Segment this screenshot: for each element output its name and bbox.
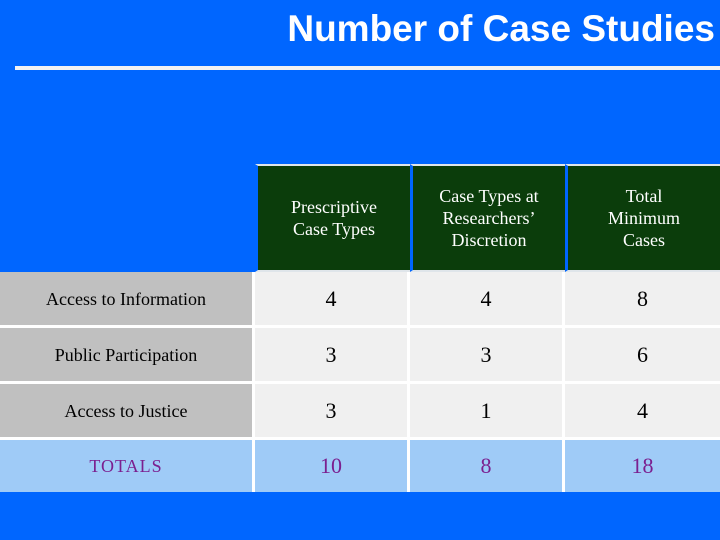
column-header-line: Cases — [623, 230, 665, 250]
column-header-total-minimum-cases: Total Minimum Cases — [565, 164, 720, 272]
table-row: Access to Information 4 4 8 — [0, 272, 720, 328]
column-header-line: Prescriptive — [291, 197, 377, 217]
totals-value: 10 — [255, 440, 410, 492]
row-value: 1 — [410, 384, 565, 440]
row-value: 8 — [565, 272, 720, 328]
row-label: Public Participation — [0, 328, 255, 384]
title-divider — [15, 66, 720, 70]
column-header-line: Case Types — [293, 219, 375, 239]
row-value: 3 — [410, 328, 565, 384]
column-header-line: Discretion — [451, 230, 527, 250]
column-header-line: Minimum — [607, 208, 680, 228]
totals-value: 8 — [410, 440, 565, 492]
column-header-line: Case Types at — [439, 186, 539, 206]
column-header-case-types-at-researchers-discretion: Case Types at Researchers’ Discretion — [410, 164, 565, 272]
table-totals-row: TOTALS 10 8 18 — [0, 440, 720, 492]
totals-label: TOTALS — [0, 440, 255, 492]
row-value: 6 — [565, 328, 720, 384]
page-title: Number of Case Studies — [287, 8, 715, 49]
row-label: Access to Justice — [0, 384, 255, 440]
row-value: 4 — [255, 272, 410, 328]
case-studies-table: Prescriptive Case Types Case Types at Re… — [0, 164, 720, 492]
row-value: 4 — [410, 272, 565, 328]
row-value: 3 — [255, 384, 410, 440]
column-header-prescriptive-case-types: Prescriptive Case Types — [255, 164, 410, 272]
table-row: Access to Justice 3 1 4 — [0, 384, 720, 440]
table-row: Public Participation 3 3 6 — [0, 328, 720, 384]
column-header-line: Total — [625, 186, 663, 206]
column-header-line: Researchers’ — [442, 208, 536, 228]
totals-value: 18 — [565, 440, 720, 492]
row-value: 4 — [565, 384, 720, 440]
row-label: Access to Information — [0, 272, 255, 328]
table-body: Access to Information 4 4 8 Public Parti… — [0, 272, 720, 492]
table-corner-cell — [0, 164, 255, 272]
table-header-row: Prescriptive Case Types Case Types at Re… — [0, 164, 720, 272]
row-value: 3 — [255, 328, 410, 384]
table-header: Prescriptive Case Types Case Types at Re… — [0, 164, 720, 272]
